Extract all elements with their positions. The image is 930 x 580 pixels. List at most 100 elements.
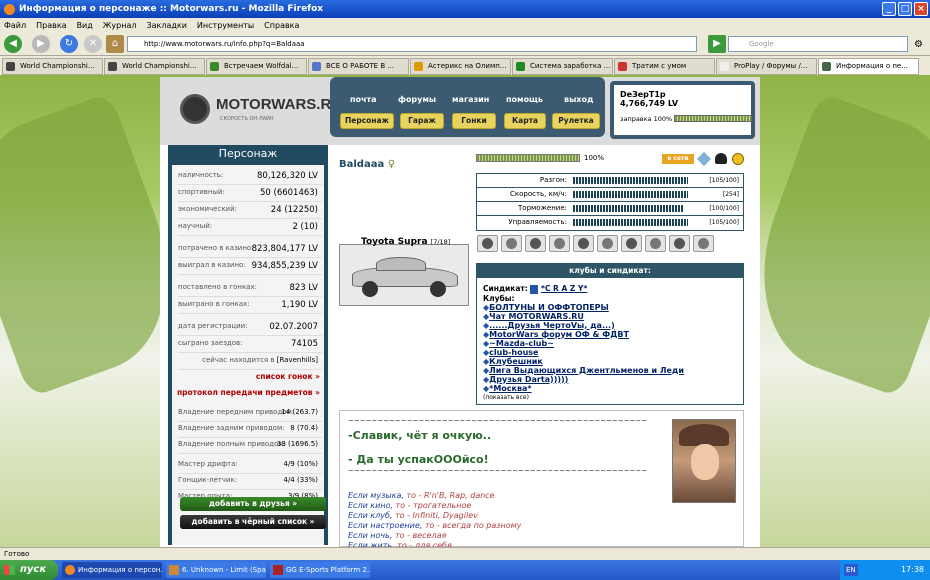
task-label-2: 6. Unknown - Limit (Spa...	[182, 566, 266, 574]
car-stat-row: Скорость, км/ч: [254]	[477, 188, 743, 202]
stat-label: выиграл в казино:	[178, 261, 246, 269]
maximize-button[interactable]: □	[898, 2, 912, 16]
stop-icon[interactable]: ✕	[84, 35, 102, 53]
tab-3[interactable]: ВСЕ О РАБОТЕ В ...	[308, 58, 409, 75]
brake-pads-icon[interactable]	[549, 235, 570, 252]
engine-icon[interactable]	[597, 235, 618, 252]
club-link[interactable]: ◆ MotorWars форум ОФ & ФДВТ	[477, 330, 743, 339]
club-name: Друзья Darta)))))	[489, 374, 569, 384]
fuel-bar	[674, 115, 752, 122]
tab-6[interactable]: Тратим с умом	[614, 58, 715, 75]
club-link[interactable]: ◆ БОЛТУНЫ И ОФФТОПЕРЫ	[477, 303, 743, 312]
brake-disc-icon[interactable]	[573, 235, 594, 252]
fuel-label: заправка 100%	[620, 115, 673, 123]
go-icon[interactable]: ▶	[708, 35, 726, 53]
taskbar-item-player[interactable]: 6. Unknown - Limit (Spa...	[166, 562, 266, 578]
medal-icon[interactable]	[732, 153, 744, 165]
stat-label: Владение передним приводом:	[178, 408, 295, 416]
reload-icon[interactable]: ↻	[60, 35, 78, 53]
likes-key: Если музыка,	[348, 491, 404, 500]
menu-button-races[interactable]: Гонки	[452, 113, 496, 129]
site-logo[interactable]: MOTORWARS.RU СКОРОСТЬ ОН-ЛАЙН	[180, 90, 342, 130]
tab-label: Встречаем Wolfdal...	[224, 62, 299, 70]
exhaust-icon[interactable]	[525, 235, 546, 252]
tab-4[interactable]: Астерикс на Олимп...	[410, 58, 511, 75]
settings-icon[interactable]: ⚙	[914, 39, 923, 50]
car-image[interactable]	[339, 244, 469, 306]
user-name[interactable]: DeЗерТ1р	[620, 90, 745, 99]
club-link[interactable]: ◆ *Москва*	[477, 384, 743, 393]
menu-button-roulette[interactable]: Рулетка	[552, 113, 600, 129]
back-icon[interactable]: ◀	[4, 35, 22, 53]
minimize-button[interactable]: _	[882, 2, 896, 16]
menu-link-shop[interactable]: магазин	[452, 95, 489, 104]
menu-view[interactable]: Вид	[77, 21, 93, 30]
tire-icon[interactable]	[501, 235, 522, 252]
close-button[interactable]: ×	[914, 2, 928, 16]
club-link[interactable]: ◆ Друзья Darta)))))	[477, 375, 743, 384]
suspension-icon[interactable]	[693, 235, 714, 252]
profile-name[interactable]: Baldaaa ♀	[339, 159, 395, 170]
tab-0[interactable]: World Championshi...	[2, 58, 103, 75]
shock-absorber-icon[interactable]	[477, 235, 498, 252]
tray-clock[interactable]: 17:38	[901, 565, 924, 574]
about-line-1: -Славик, чёт я очкую..	[348, 429, 492, 442]
start-button[interactable]: пуск	[0, 560, 58, 580]
home-icon[interactable]: ⌂	[106, 35, 124, 53]
menu-bookmarks[interactable]: Закладки	[146, 21, 186, 30]
clubs-panel-title: клубы и синдикат:	[477, 264, 743, 278]
tab-8[interactable]: Информация о пе...	[818, 58, 919, 75]
club-link[interactable]: ◆ Лига Выдающихся Джентльменов и Леди	[477, 366, 743, 375]
address-bar[interactable]: http://www.motorwars.ru/info.php?q=Balda…	[127, 36, 697, 52]
menu-edit[interactable]: Правка	[36, 21, 66, 30]
profile-name-text: Baldaaa	[339, 159, 385, 170]
menu-link-help[interactable]: помощь	[506, 95, 543, 104]
filter-icon[interactable]	[669, 235, 690, 252]
search-input[interactable]: Google	[728, 36, 908, 52]
car-name[interactable]: Toyota Supra [7/18]	[361, 237, 450, 247]
taskbar-item-firefox[interactable]: Информация о персон...	[62, 562, 162, 578]
language-indicator[interactable]: EN	[844, 564, 858, 576]
forward-icon[interactable]: ▶	[32, 35, 50, 53]
menu-help[interactable]: Справка	[264, 21, 299, 30]
add-friend-button[interactable]: добавить в друзья »	[180, 497, 326, 511]
add-blacklist-button[interactable]: добавить в чёрный список »	[180, 515, 326, 529]
profile-photo[interactable]	[672, 419, 736, 503]
show-all-clubs-link[interactable]: (показать все)	[477, 394, 743, 401]
tab-1[interactable]: World Championshi...	[104, 58, 205, 75]
menu-tools[interactable]: Инструменты	[197, 21, 254, 30]
helmet-icon[interactable]	[715, 153, 727, 164]
club-link[interactable]: ◆ Чат MOTORWARS.RU	[477, 312, 743, 321]
transfers-log-link[interactable]: протокол передачи предметов »	[177, 388, 320, 397]
menu-link-mail[interactable]: почта	[350, 95, 377, 104]
menu-file[interactable]: Файл	[4, 21, 26, 30]
tab-2[interactable]: Встречаем Wolfdal...	[206, 58, 307, 75]
car-stat-value: [100/100]	[709, 205, 739, 212]
menu-history[interactable]: Журнал	[103, 21, 137, 30]
menu-button-map[interactable]: Карта	[504, 113, 546, 129]
menu-link-forums[interactable]: форумы	[398, 95, 436, 104]
menu-link-exit[interactable]: выход	[564, 95, 593, 104]
taskbar-item-gg[interactable]: GG E-Sports Platform 2.2	[270, 562, 370, 578]
club-link[interactable]: ◆ Клубешник	[477, 357, 743, 366]
seat-icon[interactable]	[645, 235, 666, 252]
tab-5[interactable]: Система заработка ...	[512, 58, 613, 75]
club-link[interactable]: ◆ ......Друзья ЧертоVы, да...)	[477, 321, 743, 330]
likes-list: Если музыка, то - R'n'B, Rap, dance Если …	[348, 491, 521, 547]
location-link[interactable]: [Ravenhills]	[277, 356, 318, 364]
club-name: ~Mazda-club~	[489, 338, 554, 348]
character-stat-row: научный: 2 (10)	[178, 222, 322, 236]
likes-key: Если кино,	[348, 501, 394, 510]
likes-line: Если ночь, то - веселая	[348, 531, 521, 541]
tab-7[interactable]: ProPlay / Форумы /...	[716, 58, 817, 75]
club-link[interactable]: ◆ club-house	[477, 348, 743, 357]
races-list-link[interactable]: список гонок »	[256, 372, 320, 381]
tab-label: Информация о пе...	[836, 62, 908, 70]
menu-button-garage[interactable]: Гараж	[400, 113, 444, 129]
menu-button-character[interactable]: Персонаж	[340, 113, 394, 129]
logo-text: MOTORWARS.RU	[216, 96, 343, 113]
club-link[interactable]: ◆ ~Mazda-club~	[477, 339, 743, 348]
turbo-icon[interactable]	[621, 235, 642, 252]
syndicate-link[interactable]: *C R A Z Y*	[541, 284, 587, 293]
stat-label: научный:	[178, 222, 213, 230]
